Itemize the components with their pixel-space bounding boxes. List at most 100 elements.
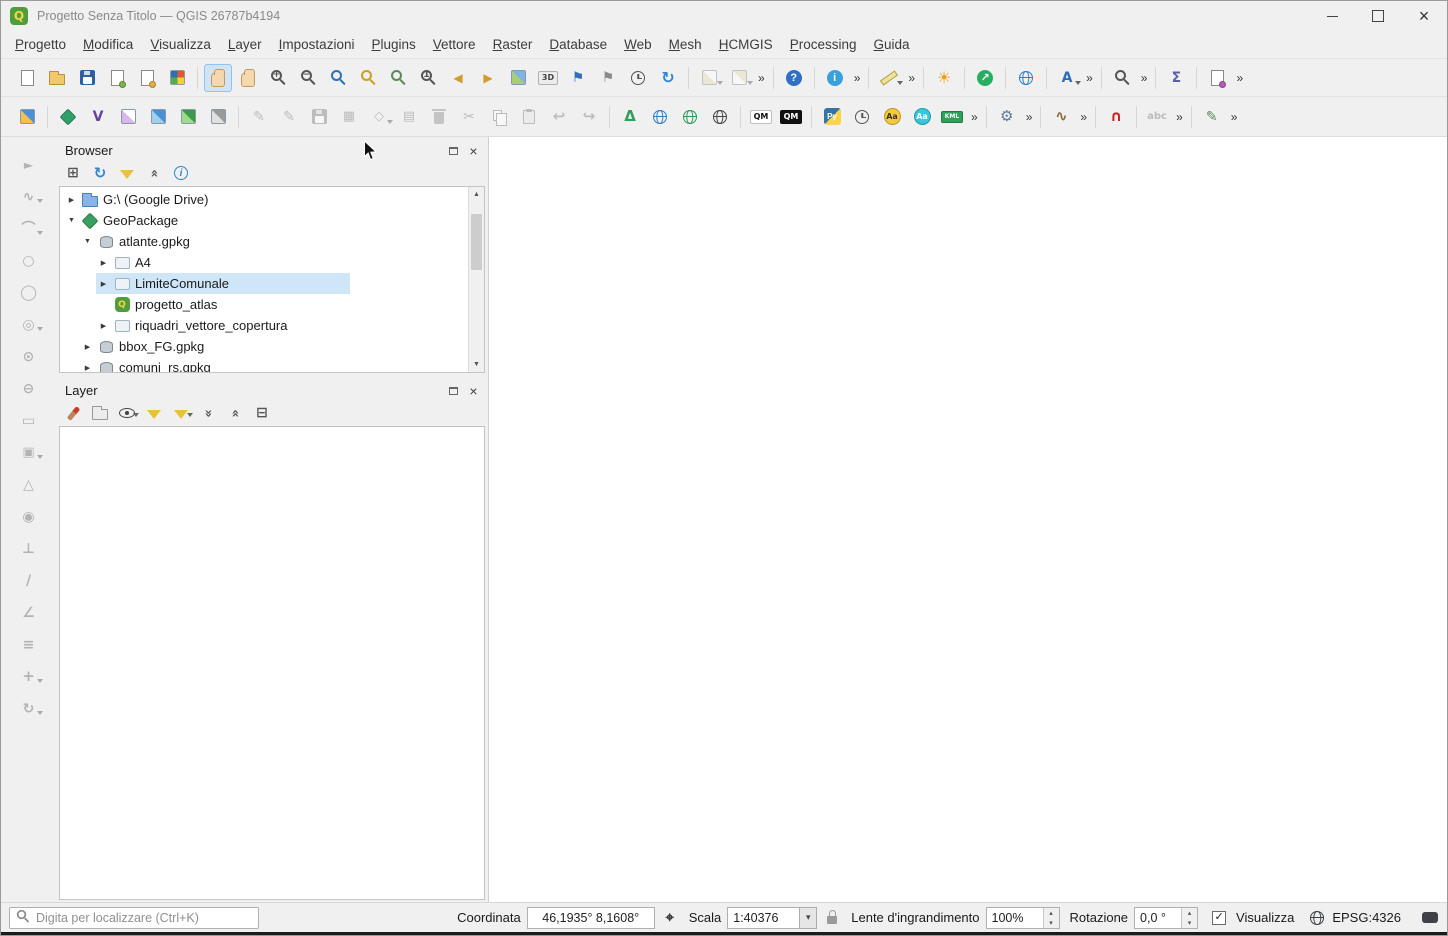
zoom-next-button[interactable]: ▶ bbox=[474, 64, 502, 92]
data-source-manager-button[interactable] bbox=[13, 103, 41, 131]
add-group-button[interactable] bbox=[88, 402, 112, 424]
tree-expander-icon[interactable]: ▶ bbox=[82, 364, 93, 372]
vector-edit-tools-button[interactable]: ✎ bbox=[1198, 103, 1226, 131]
zoom-native-button[interactable]: 1 bbox=[414, 64, 442, 92]
share-project-button[interactable]: ↗ bbox=[971, 64, 999, 92]
add-selected-layers-button[interactable]: ⊞ bbox=[61, 162, 85, 184]
filter-legend-expression-button[interactable] bbox=[169, 402, 193, 424]
toolbar-overflow-icon[interactable]: » bbox=[1077, 110, 1089, 124]
spin-up-icon[interactable] bbox=[1182, 908, 1197, 918]
browser-item-bbox-fg-gpkg[interactable]: ▶bbox_FG.gpkg bbox=[60, 336, 468, 357]
metasearch-button[interactable] bbox=[646, 103, 674, 131]
split-features-button[interactable]: / bbox=[15, 567, 43, 594]
search-layers-button[interactable] bbox=[1108, 64, 1136, 92]
python-console-button[interactable]: Py bbox=[818, 103, 846, 131]
text-tools-yellow-button[interactable]: Aa bbox=[878, 103, 906, 131]
statistical-summary-button[interactable]: Σ bbox=[1162, 64, 1190, 92]
menu-processing[interactable]: Processing bbox=[782, 34, 865, 55]
processing-toolbox-button[interactable]: ⚙ bbox=[993, 103, 1021, 131]
sun-shading-button[interactable]: ☀ bbox=[930, 64, 958, 92]
menu-raster[interactable]: Raster bbox=[485, 34, 541, 55]
scale-dropdown-icon[interactable] bbox=[799, 907, 817, 929]
vertex-tool-button[interactable]: ◇ bbox=[365, 103, 393, 131]
zoom-in-button[interactable]: + bbox=[264, 64, 292, 92]
select-annotation-button[interactable]: ► bbox=[15, 151, 43, 178]
auto-labeling-button[interactable]: A bbox=[1053, 64, 1081, 92]
redo-button[interactable]: ↪ bbox=[575, 103, 603, 131]
zoom-full-button[interactable] bbox=[324, 64, 352, 92]
toolbar-overflow-icon[interactable]: » bbox=[1173, 110, 1185, 124]
plugin-timer-button[interactable] bbox=[848, 103, 876, 131]
collapse-all-layers-button[interactable]: « bbox=[223, 402, 247, 424]
zoom-to-selection-button[interactable] bbox=[354, 64, 382, 92]
kml-tools-button[interactable]: KML bbox=[938, 103, 966, 131]
deselect-features-button[interactable] bbox=[725, 64, 753, 92]
menu-database[interactable]: Database bbox=[541, 34, 615, 55]
crs-text[interactable]: EPSG:4326 bbox=[1332, 910, 1401, 925]
digitize-line-button[interactable]: ∿ bbox=[15, 183, 43, 210]
add-polygon-feature-button[interactable]: ▦ bbox=[335, 103, 363, 131]
current-edits-button[interactable]: ✎ bbox=[245, 103, 273, 131]
tile-plugin-button[interactable] bbox=[706, 103, 734, 131]
tree-expander-icon[interactable]: ▶ bbox=[98, 259, 109, 267]
browser-item-limitecomunale[interactable]: ▶LimiteComunale bbox=[60, 273, 468, 294]
zoom-last-button[interactable]: ◀ bbox=[444, 64, 472, 92]
menu-impostazioni[interactable]: Impostazioni bbox=[271, 34, 363, 55]
scroll-up-icon[interactable] bbox=[469, 187, 484, 202]
tree-expander-icon[interactable]: ▶ bbox=[98, 280, 109, 288]
new-shapefile-layer-button[interactable]: V bbox=[84, 103, 112, 131]
magnifier-input[interactable] bbox=[987, 908, 1043, 928]
spin-down-icon[interactable] bbox=[1044, 918, 1059, 928]
rectangle-center-button[interactable]: ▣ bbox=[15, 439, 43, 466]
browser-item-riquadri-vettore-copertura[interactable]: ▶riquadri_vettore_copertura bbox=[60, 315, 468, 336]
render-checkbox[interactable] bbox=[1212, 911, 1226, 925]
paste-features-button[interactable] bbox=[515, 103, 543, 131]
regular-polygon-button[interactable]: △ bbox=[15, 471, 43, 498]
layer-tree-empty[interactable] bbox=[59, 426, 485, 900]
browser-float-button[interactable] bbox=[445, 143, 462, 159]
circle-by-tangents-button[interactable]: ◎ bbox=[15, 311, 43, 338]
messages-icon[interactable] bbox=[1421, 912, 1439, 923]
delete-selected-button[interactable] bbox=[425, 103, 453, 131]
style-manager-button[interactable] bbox=[163, 64, 191, 92]
www-globe-button[interactable] bbox=[1012, 64, 1040, 92]
new-3d-map-view-button[interactable]: 3D bbox=[534, 64, 562, 92]
menu-web[interactable]: Web bbox=[616, 34, 660, 55]
new-temporary-scratch-layer-button[interactable] bbox=[114, 103, 142, 131]
menu-visualizza[interactable]: Visualizza bbox=[142, 34, 219, 55]
offset-curve-button[interactable]: ≡ bbox=[15, 631, 43, 658]
scale-lock-icon[interactable] bbox=[823, 911, 841, 924]
undo-button[interactable]: ↩ bbox=[545, 103, 573, 131]
digitize-curve-button[interactable]: ⌒ bbox=[15, 215, 43, 242]
trim-extend-button[interactable]: ⊥ bbox=[15, 535, 43, 562]
toolbar-overflow-icon[interactable]: » bbox=[1138, 71, 1150, 85]
spin-down-icon[interactable] bbox=[1182, 918, 1197, 928]
menu-plugins[interactable]: Plugins bbox=[363, 34, 423, 55]
filter-browser-button[interactable] bbox=[115, 162, 139, 184]
measure-line-button[interactable] bbox=[875, 64, 903, 92]
properties-widget-button[interactable]: i bbox=[169, 162, 193, 184]
browser-close-button[interactable] bbox=[465, 143, 482, 159]
close-button[interactable] bbox=[1401, 1, 1447, 31]
identify-features-button[interactable]: i bbox=[821, 64, 849, 92]
circle-3-points-button[interactable]: ◯ bbox=[15, 279, 43, 306]
browser-scrollbar[interactable] bbox=[468, 187, 484, 372]
crs-globe-icon[interactable] bbox=[1308, 911, 1326, 925]
tree-expander-icon[interactable]: ▼ bbox=[66, 217, 77, 224]
menu-progetto[interactable]: Progetto bbox=[7, 34, 74, 55]
tree-expander-icon[interactable]: ▶ bbox=[82, 343, 93, 351]
zoom-out-button[interactable]: − bbox=[294, 64, 322, 92]
open-layer-styling-button[interactable] bbox=[61, 402, 85, 424]
extent-toggle-icon[interactable] bbox=[661, 909, 679, 926]
ellipse-from-center-button[interactable]: ⊙ bbox=[15, 343, 43, 370]
browser-item-g-google-drive[interactable]: ▶G:\ (Google Drive) bbox=[60, 189, 468, 210]
expand-all-button[interactable]: » bbox=[196, 402, 220, 424]
rotation-spinbox[interactable] bbox=[1134, 907, 1198, 929]
maximize-button[interactable] bbox=[1355, 1, 1401, 31]
lineation-tools-button[interactable]: ∿ bbox=[1047, 103, 1075, 131]
text-tools-cyan-button[interactable]: Aa bbox=[908, 103, 936, 131]
toolbar-overflow-icon[interactable]: » bbox=[968, 110, 980, 124]
toolbar-overflow-icon[interactable]: » bbox=[1233, 71, 1245, 85]
tree-expander-icon[interactable]: ▶ bbox=[66, 196, 77, 204]
menu-modifica[interactable]: Modifica bbox=[75, 34, 141, 55]
